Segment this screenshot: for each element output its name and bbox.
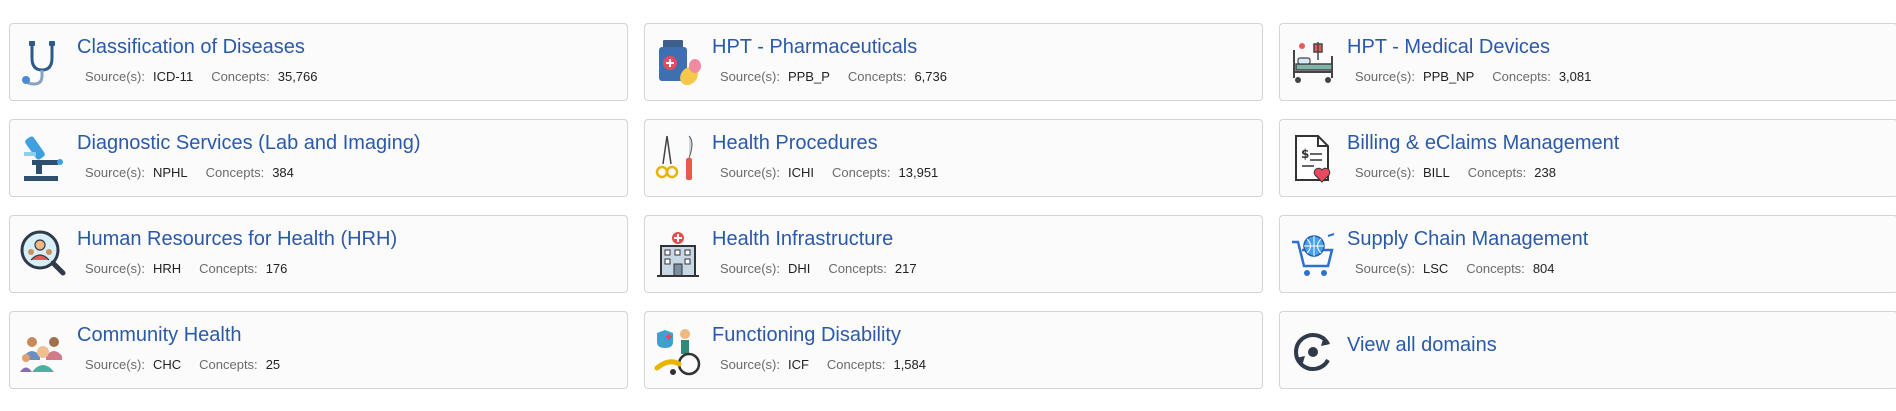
concepts-value: 804 xyxy=(1532,261,1555,276)
domain-meta: Source(s): PPB_P Concepts: 6,736 xyxy=(720,69,965,84)
stethoscope-icon xyxy=(18,36,68,90)
source-value: BILL xyxy=(1422,165,1450,180)
svg-text:$: $ xyxy=(1301,147,1309,161)
hospital-bed-icon xyxy=(1288,36,1338,90)
source-label: Source(s): xyxy=(85,69,145,84)
invoice-heart-icon: $ xyxy=(1288,132,1338,186)
domain-card-hpt-pharmaceuticals[interactable]: HPT - Pharmaceuticals Source(s): PPB_P Con… xyxy=(644,23,1263,101)
source-label: Source(s): xyxy=(85,261,145,276)
concepts-label: Concepts: xyxy=(205,165,265,180)
domain-card-community-health[interactable]: Community Health Source(s): CHC Concepts: 2… xyxy=(9,311,628,389)
domain-card-billing-eclaims[interactable]: $ Billing & eClaims Management Source(s)… xyxy=(1279,119,1896,197)
domain-title[interactable]: Billing & eClaims Management xyxy=(1347,132,1619,155)
concepts-label: Concepts: xyxy=(1467,165,1527,180)
community-group-icon xyxy=(18,324,68,378)
domain-card-classification-of-diseases[interactable]: Classification of Diseases Source(s): ICD… xyxy=(9,23,628,101)
source-label: Source(s): xyxy=(85,165,145,180)
source-label: Source(s): xyxy=(720,165,780,180)
domain-card-human-resources[interactable]: Human Resources for Health (HRH) Source(… xyxy=(9,215,628,293)
source-value: ICF xyxy=(787,357,809,372)
source-label: Source(s): xyxy=(720,69,780,84)
concepts-label: Concepts: xyxy=(199,357,258,372)
domain-title[interactable]: Classification of Diseases xyxy=(77,36,305,59)
domain-title[interactable]: HPT - Medical Devices xyxy=(1347,36,1550,59)
concepts-label: Concepts: xyxy=(826,357,886,372)
source-value: PPB_P xyxy=(787,69,830,84)
view-all-domains-card[interactable]: View all domains xyxy=(1279,311,1896,389)
domain-card-health-infrastructure[interactable]: Health Infrastructure Source(s): DHI Conce… xyxy=(644,215,1263,293)
concepts-label: Concepts: xyxy=(1492,69,1551,84)
domain-title[interactable]: HPT - Pharmaceuticals xyxy=(712,36,917,59)
domain-meta: Source(s): DHI Concepts: 217 xyxy=(720,261,935,276)
domain-meta: Source(s): BILL Concepts: 238 xyxy=(1355,165,1574,180)
concepts-label: Concepts: xyxy=(831,165,891,180)
surgical-tools-icon xyxy=(653,132,703,186)
concepts-value: 176 xyxy=(265,261,288,276)
concepts-value: 384 xyxy=(272,165,294,180)
source-value: ICHI xyxy=(787,165,814,180)
domain-meta: Source(s): ICD-11 Concepts: 35,766 xyxy=(85,69,336,84)
domain-card-functioning-disability[interactable]: Functioning Disability Source(s): ICF Conc… xyxy=(644,311,1263,389)
source-value: PPB_NP xyxy=(1422,69,1475,84)
concepts-value: 13,951 xyxy=(898,165,939,180)
refresh-cycle-icon xyxy=(1288,324,1338,378)
view-all-domains-link[interactable]: View all domains xyxy=(1347,334,1497,357)
concepts-value: 6,736 xyxy=(914,69,947,84)
source-label: Source(s): xyxy=(85,357,145,372)
source-value: ICD-11 xyxy=(152,69,194,84)
source-label: Source(s): xyxy=(720,261,780,276)
source-value: NPHL xyxy=(152,165,188,180)
wheelchair-icon xyxy=(653,324,703,378)
domain-title[interactable]: Health Procedures xyxy=(712,132,878,155)
concepts-value: 238 xyxy=(1534,165,1556,180)
concepts-value: 217 xyxy=(894,261,917,276)
domain-title[interactable]: Functioning Disability xyxy=(712,324,901,347)
concepts-label: Concepts: xyxy=(828,261,887,276)
domain-meta: Source(s): PPB_NP Concepts: 3,081 xyxy=(1355,69,1609,84)
source-label: Source(s): xyxy=(1355,165,1415,180)
domain-card-hpt-medical-devices[interactable]: HPT - Medical Devices Source(s): PPB_NP Co… xyxy=(1279,23,1896,101)
source-value: CHC xyxy=(152,357,182,372)
people-search-icon xyxy=(18,228,68,282)
concepts-label: Concepts: xyxy=(211,69,270,84)
domain-meta: Source(s): NPHL Concepts: 384 xyxy=(85,165,312,180)
concepts-label: Concepts: xyxy=(847,69,907,84)
microscope-icon xyxy=(18,132,68,186)
domain-meta: Source(s): CHC Concepts: 25 xyxy=(85,357,298,372)
domain-title[interactable]: Human Resources for Health (HRH) xyxy=(77,228,397,251)
domain-title[interactable]: Health Infrastructure xyxy=(712,228,893,251)
source-value: HRH xyxy=(152,261,182,276)
domain-title[interactable]: Community Health xyxy=(77,324,242,347)
domain-meta: Source(s): LSC Concepts: 804 xyxy=(1355,261,1573,276)
domain-meta: Source(s): ICHI Concepts: 13,951 xyxy=(720,165,956,180)
concepts-value: 35,766 xyxy=(277,69,318,84)
concepts-value: 1,584 xyxy=(893,357,927,372)
domain-title[interactable]: Diagnostic Services (Lab and Imaging) xyxy=(77,132,421,155)
source-value: DHI xyxy=(787,261,811,276)
domain-card-health-procedures[interactable]: Health Procedures Source(s): ICHI Concepts… xyxy=(644,119,1263,197)
domain-card-diagnostic-services[interactable]: Diagnostic Services (Lab and Imaging) So… xyxy=(9,119,628,197)
domain-card-supply-chain[interactable]: Supply Chain Management Source(s): LSC Con… xyxy=(1279,215,1896,293)
concepts-label: Concepts: xyxy=(1466,261,1525,276)
concepts-value: 25 xyxy=(265,357,281,372)
concepts-label: Concepts: xyxy=(199,261,258,276)
medicine-bottle-icon xyxy=(653,36,703,90)
source-label: Source(s): xyxy=(1355,69,1415,84)
hospital-building-icon xyxy=(653,228,703,282)
source-value: LSC xyxy=(1422,261,1449,276)
domain-meta: Source(s): HRH Concepts: 176 xyxy=(85,261,305,276)
source-label: Source(s): xyxy=(720,357,780,372)
source-label: Source(s): xyxy=(1355,261,1415,276)
domain-meta: Source(s): ICF Concepts: 1,584 xyxy=(720,357,944,372)
concepts-value: 3,081 xyxy=(1558,69,1592,84)
domain-grid: Classification of Diseases Source(s): ICD… xyxy=(9,23,1896,389)
globe-cart-icon xyxy=(1288,228,1338,282)
domain-title[interactable]: Supply Chain Management xyxy=(1347,228,1588,251)
